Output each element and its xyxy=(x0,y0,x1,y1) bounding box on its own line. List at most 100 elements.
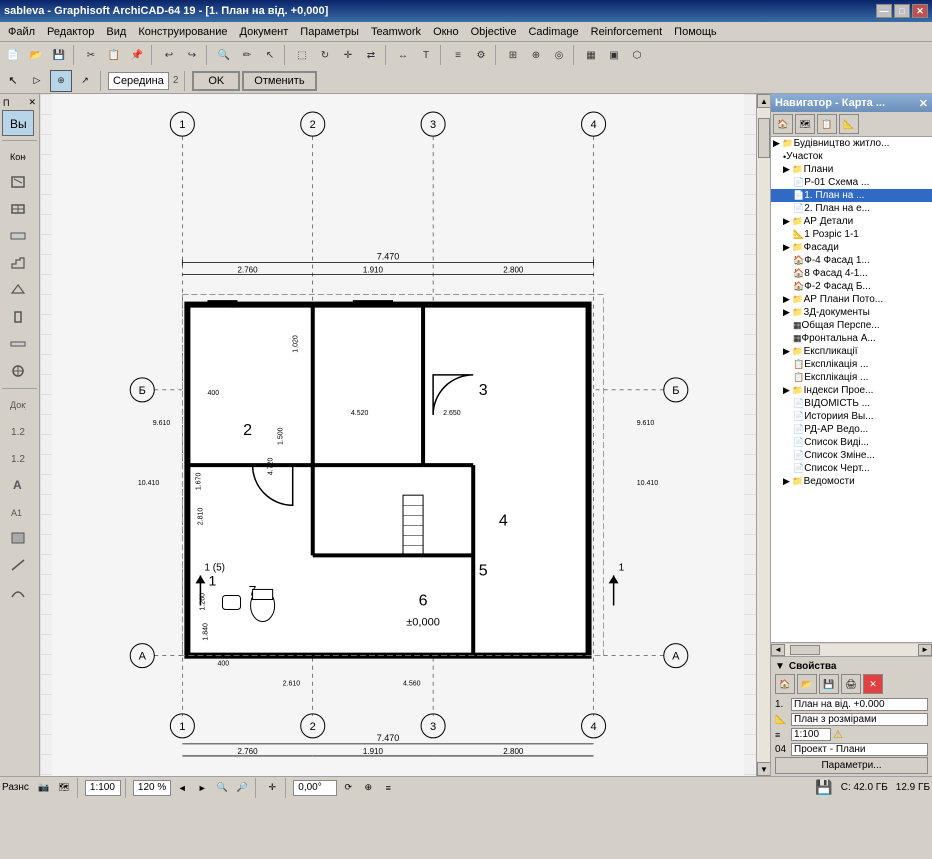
menu-teamwork[interactable]: Teamwork xyxy=(365,24,427,40)
menu-construct[interactable]: Конструирование xyxy=(132,24,233,40)
redo-btn[interactable]: ↪ xyxy=(181,44,203,66)
tree-item[interactable]: 📄 Список Черт... xyxy=(771,462,932,475)
tree-item[interactable]: ▦ Общая Перспе... xyxy=(771,319,932,332)
dim-btn[interactable]: ↔ xyxy=(392,44,414,66)
tree-item[interactable]: 📄 Список Зміне... xyxy=(771,449,932,462)
select-btn[interactable]: ⬚ xyxy=(291,44,313,66)
menu-params[interactable]: Параметры xyxy=(294,24,365,40)
menu-document[interactable]: Документ xyxy=(234,24,295,40)
snap-prev-btn[interactable]: ↖ xyxy=(2,70,24,92)
nav-map-btn[interactable]: 🗺 xyxy=(795,114,815,134)
tree-item[interactable]: 📄 Список Виді... xyxy=(771,436,932,449)
scroll-thumb[interactable] xyxy=(758,118,770,158)
move-btn[interactable]: ✛ xyxy=(337,44,359,66)
undo-btn[interactable]: ↩ xyxy=(158,44,180,66)
rotate-btn[interactable]: ↻ xyxy=(314,44,336,66)
cut-btn[interactable]: ✂ xyxy=(80,44,102,66)
hscroll-thumb[interactable] xyxy=(790,645,820,655)
stair-tool[interactable] xyxy=(2,250,34,276)
arc-tool[interactable] xyxy=(2,579,34,605)
slab-tool[interactable] xyxy=(2,223,34,249)
select-tool[interactable]: Выбо xyxy=(2,110,34,136)
menu-cadimage[interactable]: Cadimage xyxy=(522,24,584,40)
layer-btn[interactable]: ≡ xyxy=(447,44,469,66)
grid-btn[interactable]: ⊞ xyxy=(502,44,524,66)
tree-item[interactable]: 📋 Екcплікація ... xyxy=(771,358,932,371)
menu-editor[interactable]: Редактор xyxy=(41,24,100,40)
tree-item[interactable]: 📄 ВІДОМІСТЬ ... xyxy=(771,397,932,410)
setting-btn[interactable]: ⚙ xyxy=(470,44,492,66)
copy-btn[interactable]: 📋 xyxy=(103,44,125,66)
tree-item[interactable]: ▶ 📁 Плани xyxy=(771,163,932,176)
hscroll-left[interactable]: ◄ xyxy=(771,644,785,656)
nav-layout-btn[interactable]: 📐 xyxy=(839,114,859,134)
hscroll-track[interactable] xyxy=(785,644,918,656)
pencil-btn[interactable]: ✏ xyxy=(236,44,258,66)
zoom-prev-btn[interactable]: ◄ xyxy=(173,779,191,797)
hscroll-right[interactable]: ► xyxy=(918,644,932,656)
layer-icon-btn[interactable]: ≡ xyxy=(379,779,397,797)
dim-tool[interactable]: 1.2 xyxy=(2,417,34,443)
angle-btn[interactable]: ⟳ xyxy=(339,779,357,797)
tree-item[interactable]: ▦ Фронтальна А... xyxy=(771,332,932,345)
3d-btn[interactable]: ▦ xyxy=(580,44,602,66)
bottom-btn1[interactable]: 📷 xyxy=(35,779,53,797)
tree-item[interactable]: ▶ 📁 Ведомости xyxy=(771,475,932,488)
menu-window[interactable]: Окно xyxy=(427,24,465,40)
scroll-track[interactable] xyxy=(757,108,770,762)
tree-item[interactable]: 📋 Екcплікація ... xyxy=(771,371,932,384)
tree-item[interactable]: 📄 РД-АР Ведо... xyxy=(771,423,932,436)
cursor-btn[interactable]: ↖ xyxy=(259,44,281,66)
publish-btn[interactable]: ⬡ xyxy=(626,44,648,66)
zoom-fit-btn[interactable]: 🔍 xyxy=(213,44,235,66)
door-tool[interactable] xyxy=(2,169,34,195)
prop-btn4[interactable]: 🖨 xyxy=(841,674,861,694)
snap2-btn[interactable]: ◎ xyxy=(548,44,570,66)
tree-item[interactable]: 🏠 Ф-2 Фасад Б... xyxy=(771,280,932,293)
tree-hscrollbar[interactable]: ◄ ► xyxy=(771,642,932,656)
zoom-out-btn[interactable]: 🔎 xyxy=(233,779,251,797)
prop-btn-close[interactable]: ✕ xyxy=(863,674,883,694)
menu-file[interactable]: Файл xyxy=(2,24,41,40)
doc-tool[interactable]: Доку xyxy=(2,390,34,416)
render-btn[interactable]: ▣ xyxy=(603,44,625,66)
close-button[interactable]: ✕ xyxy=(912,4,928,18)
tree-area[interactable]: ▶ 📁 Будівництво житло...• Участок▶ 📁 Пла… xyxy=(771,137,932,642)
tree-item[interactable]: ▶ 📁 Експликації xyxy=(771,345,932,358)
tree-item[interactable]: 📄 1. План на ... xyxy=(771,189,932,202)
mirror-btn[interactable]: ⇄ xyxy=(360,44,382,66)
paste-btn[interactable]: 📌 xyxy=(126,44,148,66)
minimize-button[interactable]: — xyxy=(876,4,892,18)
toolbox-close-icon[interactable]: ✕ xyxy=(28,97,36,108)
menu-view[interactable]: Вид xyxy=(100,24,132,40)
zoom-display[interactable]: 120 % xyxy=(133,780,171,796)
tree-item[interactable]: 📄 2. План на е... xyxy=(771,202,932,215)
snap-active-btn[interactable]: ⊕ xyxy=(50,70,72,92)
zoom-next-btn[interactable]: ► xyxy=(193,779,211,797)
save-btn[interactable]: 💾 xyxy=(48,44,70,66)
line-tool[interactable] xyxy=(2,552,34,578)
object-tool[interactable] xyxy=(2,358,34,384)
scale-display[interactable]: 1:100 xyxy=(85,780,121,796)
prop-btn2[interactable]: 📂 xyxy=(797,674,817,694)
tree-item[interactable]: 🏠 Ф-4 Фасад 1... xyxy=(771,254,932,267)
menu-help[interactable]: Помощь xyxy=(668,24,723,40)
zoom-in-btn[interactable]: 🔍 xyxy=(213,779,231,797)
nav-project-btn[interactable]: 🏠 xyxy=(773,114,793,134)
angle-display[interactable]: 0,00° xyxy=(293,780,337,796)
open-btn[interactable]: 📂 xyxy=(25,44,47,66)
roof-tool[interactable] xyxy=(2,277,34,303)
navigator-close-icon[interactable]: ✕ xyxy=(919,97,928,110)
snap-btn[interactable]: ⊕ xyxy=(525,44,547,66)
pan-btn[interactable]: ✛ xyxy=(263,779,281,797)
properties-collapse-icon[interactable]: ▼ xyxy=(775,661,785,672)
snap-icon-btn[interactable]: ⊕ xyxy=(359,779,377,797)
snap-next-btn[interactable]: ▷ xyxy=(26,70,48,92)
prop-btn3[interactable]: 💾 xyxy=(819,674,839,694)
vertical-scrollbar[interactable]: ▲ ▼ xyxy=(756,94,770,776)
canvas-area[interactable]: 1 1 2 2 3 3 4 4 Б xyxy=(40,94,756,776)
ok-button[interactable]: OK xyxy=(192,71,240,91)
tree-item[interactable]: ▶ 📁 Індекси Прое... xyxy=(771,384,932,397)
tree-item[interactable]: ▶ 📁 Фасади xyxy=(771,241,932,254)
column-tool[interactable] xyxy=(2,304,34,330)
